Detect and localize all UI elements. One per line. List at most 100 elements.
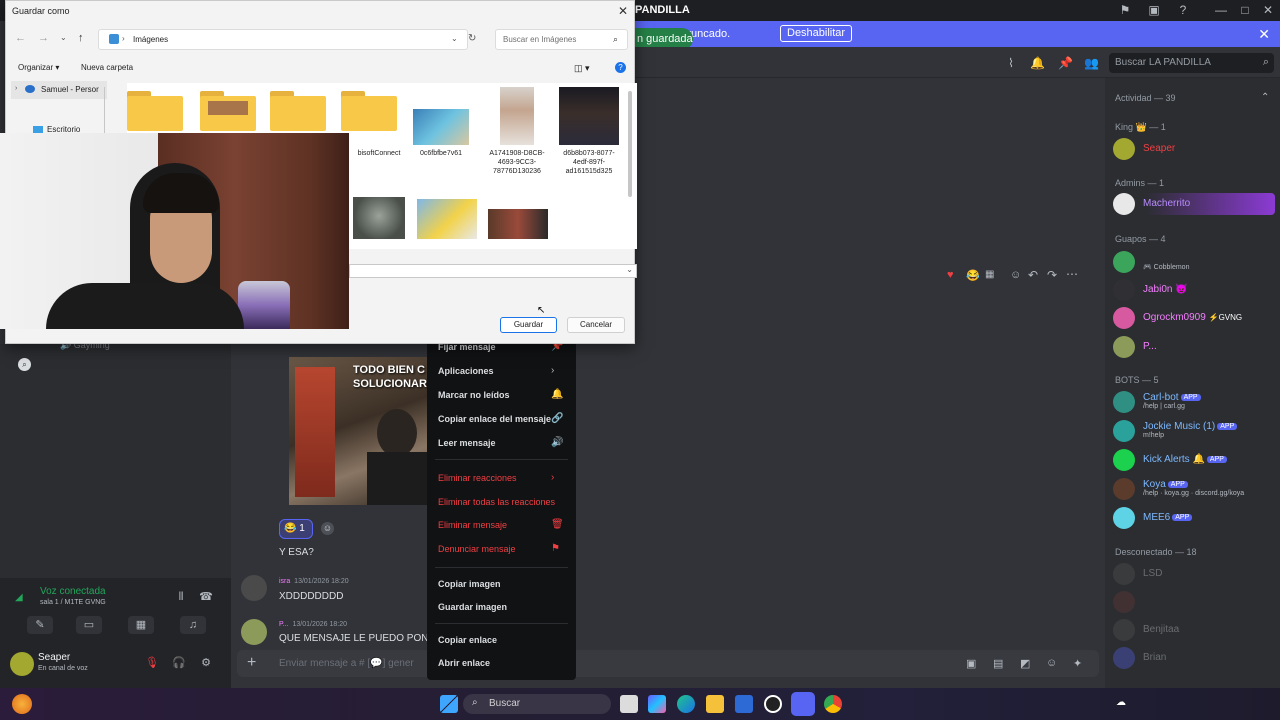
menu-copy-image[interactable]: Copiar imagen [438,579,501,589]
server-search-input[interactable]: Buscar LA PANDILLA ⌕ [1109,53,1274,73]
nav-item-samuel[interactable]: › Samuel - Persor [11,81,107,99]
forward-icon[interactable]: ↷ [1047,268,1057,282]
menu-report-message[interactable]: Denunciar mensaje ⚑ [438,543,560,554]
refresh-icon[interactable]: ↻ [468,33,476,44]
member-ogrockm[interactable]: Ogrockm0909 ⚡GVNG [1113,307,1273,329]
deafen-icon[interactable]: 🎧 [170,654,188,672]
chrome-icon[interactable] [824,695,842,713]
menu-remove-all-reactions[interactable]: Eliminar todas las reacciones [438,497,555,507]
folder-icon[interactable] [127,91,183,131]
noise-suppression-icon[interactable]: ⫴ [172,588,190,606]
folder-icon[interactable] [341,91,397,131]
voice-status[interactable]: Voz conectada [40,586,106,597]
menu-open-link[interactable]: Abrir enlace [438,658,490,668]
member-mee6[interactable]: MEE6 APP [1113,507,1273,529]
forward-icon[interactable]: → [38,32,49,44]
member-offline[interactable]: Benjitaa [1113,619,1273,641]
inbox-icon[interactable]: ⚑ [1114,2,1136,19]
file-explorer-icon[interactable] [706,695,724,713]
copilot-icon[interactable] [648,695,666,713]
file-thumbnail[interactable] [417,199,477,239]
chevron-down-icon[interactable]: ⌄ [626,265,633,274]
member-jockie-music[interactable]: Jockie Music (1) APP m!help [1113,420,1273,442]
member-macherrito[interactable]: Macherrito [1113,193,1275,215]
add-attachment-icon[interactable]: + [247,654,256,672]
add-reaction-icon[interactable]: ☺ [321,522,334,535]
soundboard-icon[interactable]: ♫ [180,616,206,634]
disable-button[interactable]: Deshabilitar [780,25,853,42]
reaction-pill[interactable]: 😂 1 [279,519,313,539]
edge-icon[interactable] [677,695,695,713]
minimize-icon[interactable]: — [1210,2,1232,19]
download-icon[interactable]: ▣ [1143,2,1165,19]
gif-icon[interactable]: ▤ [993,657,1003,670]
member-cobblemon[interactable]: 🎮 Cobblemon [1113,251,1273,273]
mute-icon[interactable]: 🎙 [143,654,161,672]
dialog-close-icon[interactable]: ✕ [618,4,628,18]
file-thumbnail[interactable] [559,87,619,145]
chevron-up-icon[interactable]: ⌃ [1261,92,1269,103]
new-folder-button[interactable]: Nueva carpeta [81,63,133,72]
view-options-icon[interactable]: ◫ ▾ [574,63,590,74]
bell-icon[interactable]: 🔔 [1030,56,1045,70]
threads-icon[interactable]: ⌇ [1004,56,1018,70]
close-window-icon[interactable]: ✕ [1257,2,1279,19]
folder-icon[interactable] [200,91,256,131]
activities-icon[interactable]: ▦ [128,616,154,634]
menu-remove-reactions[interactable]: Eliminar reacciones › [438,472,554,483]
reply-icon[interactable]: ↶ [1028,268,1038,282]
camera-icon[interactable]: ✎ [27,616,53,634]
menu-mark-unread[interactable]: Marcar no leídos 🔔 [438,389,563,400]
file-thumbnail[interactable] [488,209,548,239]
task-view-icon[interactable] [620,695,638,713]
avatar[interactable] [241,619,267,645]
member-seaper[interactable]: Seaper [1113,138,1273,160]
sticker-react-icon[interactable]: ▦ [985,269,994,280]
menu-copy-message-link[interactable]: Copiar enlace del mensaje 🔗 [438,413,563,424]
weather-icon[interactable] [12,694,32,714]
add-reaction-icon[interactable]: ☺ [1010,269,1021,281]
up-icon[interactable]: ↑ [78,32,84,44]
organize-button[interactable]: Organizar ▾ [18,63,59,72]
sticker-icon[interactable]: ◩ [1020,657,1030,670]
filename-field[interactable]: ⌄ [349,264,637,278]
member-offline[interactable] [1113,591,1273,613]
menu-apps[interactable]: Aplicaciones › [438,365,554,376]
maximize-icon[interactable]: □ [1234,2,1256,19]
menu-delete-message[interactable]: Eliminar mensaje 🗑 [438,519,564,530]
store-icon[interactable] [735,695,753,713]
banner-close-icon[interactable]: ✕ [1258,26,1270,43]
member-p[interactable]: P... [1113,336,1273,358]
more-icon[interactable]: ⋯ [1066,267,1078,281]
disconnect-icon[interactable]: ☎ [197,588,215,606]
nav-scrollbar[interactable] [104,87,105,137]
steam-icon[interactable] [764,695,782,713]
menu-read-message[interactable]: Leer mensaje 🔊 [438,437,563,448]
member-offline[interactable]: Brian [1113,647,1273,669]
member-offline[interactable]: LSD [1113,563,1273,585]
back-icon[interactable]: ← [15,32,26,44]
menu-copy-link[interactable]: Copiar enlace [438,635,497,645]
start-icon[interactable] [440,695,458,713]
save-button[interactable]: Guardar [500,317,557,333]
apps-icon[interactable]: ✦ [1073,657,1082,670]
screen-share-icon[interactable]: ▭ [76,616,102,634]
member-koya[interactable]: Koya APP /help · koya.gg · discord.gg/koy… [1113,478,1273,500]
discover-icon[interactable]: ⌕ [18,358,31,371]
tray-icon[interactable]: ☁ [1116,697,1126,708]
taskbar-search[interactable]: ⌕ Buscar [463,694,611,714]
file-grid-scrollbar[interactable] [628,91,632,197]
voice-channel[interactable]: sala 1 / M1TE GVNG [40,599,106,606]
members-icon[interactable]: 👥 [1084,56,1099,70]
pin-icon[interactable]: 📌 [1058,56,1073,70]
emoji-icon[interactable]: ☺ [1046,657,1057,669]
discord-icon[interactable] [791,692,815,716]
gift-icon[interactable]: ▣ [966,657,976,670]
help-icon[interactable]: ? [1172,2,1194,19]
message-image[interactable]: TODO BIEN C SOLUCIONAR [289,357,429,505]
help-icon[interactable]: ? [615,62,626,73]
recent-locations-icon[interactable]: ⌄ [60,33,67,42]
dialog-search-input[interactable]: Buscar en Imágenes ⌕ [495,29,628,50]
file-thumbnail[interactable] [500,87,534,145]
file-thumbnail[interactable] [353,197,405,239]
